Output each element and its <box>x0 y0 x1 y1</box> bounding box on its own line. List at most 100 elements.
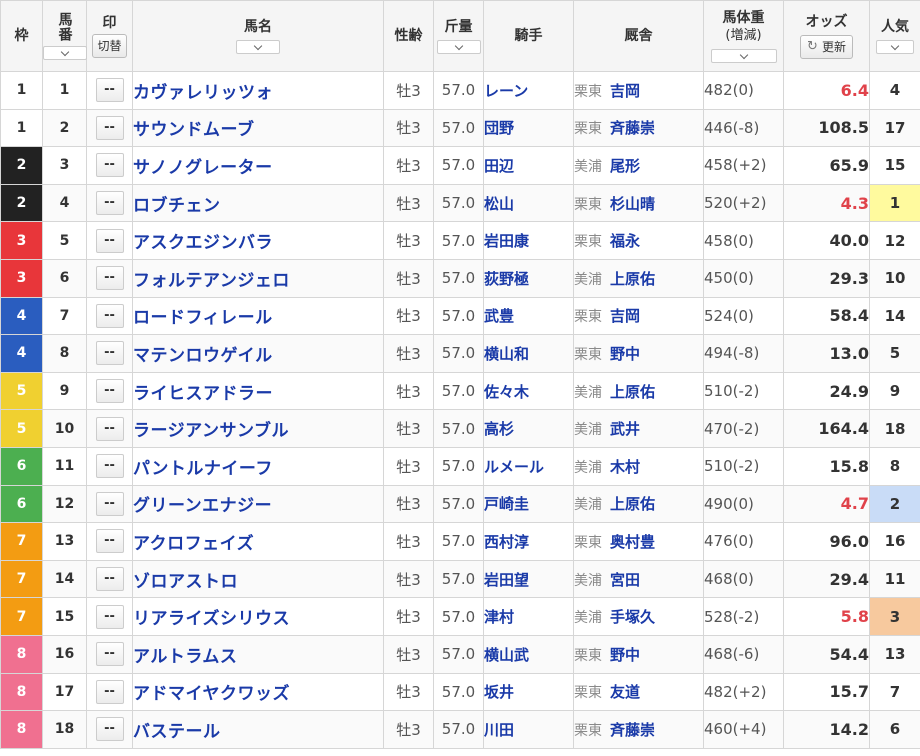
mark-select-button[interactable]: -- <box>95 266 124 291</box>
mark-select-button[interactable]: -- <box>95 191 124 216</box>
horse-name-link[interactable]: パントルナイーフ <box>133 459 273 479</box>
jockey-link[interactable]: 岩田望 <box>484 571 529 589</box>
mark-select-button[interactable]: -- <box>95 491 124 516</box>
stable-region: 美浦 <box>574 459 602 476</box>
weight-cell: 482(+2) <box>703 672 784 712</box>
mark-select-button[interactable]: -- <box>95 115 124 140</box>
jockey-link[interactable]: 川田 <box>484 721 514 739</box>
trainer-link[interactable]: 野中 <box>610 646 640 664</box>
mark-cell: -- <box>86 710 133 749</box>
trainer-link[interactable]: 吉岡 <box>610 307 640 325</box>
jockey-link[interactable]: 荻野極 <box>484 270 529 288</box>
trainer-link[interactable]: 斉藤崇 <box>610 721 655 739</box>
jockey-link[interactable]: 団野 <box>484 119 514 137</box>
trainer-link[interactable]: 吉岡 <box>610 82 640 100</box>
horse-name-link[interactable]: ライヒスアドラー <box>133 384 273 404</box>
mark-select-button[interactable]: -- <box>95 529 124 554</box>
horse-name-link[interactable]: マテンロウゲイル <box>133 346 273 366</box>
trainer-link[interactable]: 宮田 <box>610 571 640 589</box>
mark-select-button[interactable]: -- <box>95 717 124 742</box>
mark-toggle-button[interactable]: 切替 <box>92 34 127 58</box>
trainer-link[interactable]: 木村 <box>610 458 640 476</box>
sort-chevron-icon[interactable] <box>710 49 777 63</box>
sort-chevron-icon[interactable] <box>436 40 481 54</box>
horse-name-link[interactable]: サウンドムーブ <box>133 120 254 140</box>
header-horse[interactable]: 馬名 <box>132 0 384 72</box>
horse-name-link[interactable]: ロブチェン <box>133 196 221 216</box>
trainer-link[interactable]: 尾形 <box>610 157 640 175</box>
horse-name-cell: カヴァレリッツォ <box>132 71 384 110</box>
jockey-link[interactable]: 佐々木 <box>484 383 529 401</box>
jockey-link[interactable]: 田辺 <box>484 157 514 175</box>
trainer-link[interactable]: 上原佑 <box>610 495 655 513</box>
sexage-cell: 牡3 <box>383 409 434 448</box>
trainer-link[interactable]: 上原佑 <box>610 383 655 401</box>
mark-select-button[interactable]: -- <box>95 379 124 404</box>
horse-name-link[interactable]: ゾロアストロ <box>133 572 238 592</box>
sexage-cell: 牡3 <box>383 672 434 712</box>
mark-select-button[interactable]: -- <box>95 416 124 441</box>
mark-select-button[interactable]: -- <box>95 642 124 667</box>
umaban-cell: 17 <box>42 672 87 712</box>
horse-name-link[interactable]: アスクエジンバラ <box>133 233 273 253</box>
jockey-link[interactable]: 高杉 <box>484 420 514 438</box>
trainer-link[interactable]: 斉藤崇 <box>610 119 655 137</box>
sort-chevron-icon[interactable] <box>236 40 280 54</box>
mark-select-button[interactable]: -- <box>95 567 124 592</box>
popular-cell: 11 <box>869 559 920 599</box>
mark-select-button[interactable]: -- <box>95 454 124 479</box>
trainer-link[interactable]: 上原佑 <box>610 270 655 288</box>
jockey-link[interactable]: 西村淳 <box>484 533 529 551</box>
header-odds[interactable]: オッズ ↻ 更新 <box>783 0 870 72</box>
horse-name-link[interactable]: バステール <box>133 722 221 742</box>
refresh-button[interactable]: ↻ 更新 <box>800 35 853 59</box>
header-weight[interactable]: 馬体重 (増減) <box>703 0 784 72</box>
horse-name-link[interactable]: フォルテアンジェロ <box>133 271 290 291</box>
jockey-link[interactable]: 戸崎圭 <box>484 495 529 513</box>
mark-select-button[interactable]: -- <box>95 341 124 366</box>
horse-name-link[interactable]: カヴァレリッツォ <box>133 83 273 103</box>
horse-name-link[interactable]: リアライズシリウス <box>133 609 290 629</box>
mark-select-button[interactable]: -- <box>95 228 124 253</box>
jockey-link[interactable]: ルメール <box>484 458 544 476</box>
horse-name-cell: ロードフィレール <box>132 296 384 336</box>
jockey-link[interactable]: 横山武 <box>484 646 529 664</box>
header-umaban[interactable]: 馬番 <box>42 0 87 72</box>
jockey-link[interactable]: 横山和 <box>484 345 529 363</box>
header-kinryo[interactable]: 斤量 <box>433 0 484 72</box>
trainer-link[interactable]: 武井 <box>610 420 640 438</box>
mark-select-button[interactable]: -- <box>95 604 124 629</box>
jockey-link[interactable]: レーン <box>484 82 528 100</box>
jockey-link[interactable]: 岩田康 <box>484 232 529 250</box>
horse-name-link[interactable]: ラージアンサンブル <box>133 421 289 441</box>
sort-chevron-icon[interactable] <box>876 40 914 54</box>
kinryo-cell: 57.0 <box>433 108 484 148</box>
jockey-link[interactable]: 坂井 <box>484 683 514 701</box>
horse-name-link[interactable]: ロードフィレール <box>133 308 273 328</box>
jockey-link[interactable]: 松山 <box>484 195 514 213</box>
kinryo-cell: 57.0 <box>433 146 484 185</box>
sort-chevron-icon[interactable] <box>43 46 87 60</box>
horse-name-cell: アスクエジンバラ <box>132 221 384 260</box>
trainer-link[interactable]: 友道 <box>610 683 640 701</box>
horse-name-link[interactable]: アクロフェイズ <box>133 534 254 554</box>
mark-select-button[interactable]: -- <box>95 679 124 704</box>
header-popular[interactable]: 人気 <box>869 0 920 72</box>
sexage-cell: 牡3 <box>383 183 434 223</box>
mark-select-button[interactable]: -- <box>95 303 124 328</box>
horse-name-link[interactable]: アドマイヤクワッズ <box>133 684 290 704</box>
horse-name-link[interactable]: グリーンエナジー <box>133 496 272 516</box>
trainer-link[interactable]: 手塚久 <box>610 608 655 626</box>
horse-name-link[interactable]: アルトラムス <box>133 647 237 667</box>
mark-select-button[interactable]: -- <box>95 78 124 103</box>
trainer-link[interactable]: 福永 <box>610 232 640 250</box>
jockey-link[interactable]: 津村 <box>484 608 514 626</box>
horse-name-link[interactable]: サノノグレーター <box>133 158 273 178</box>
trainer-link[interactable]: 奥村豊 <box>610 533 655 551</box>
jockey-link[interactable]: 武豊 <box>484 307 514 325</box>
mark-select-button[interactable]: -- <box>95 153 124 178</box>
weight-cell: 446(-8) <box>703 108 784 148</box>
header-waku[interactable]: 枠 <box>0 0 43 72</box>
trainer-link[interactable]: 野中 <box>610 345 640 363</box>
trainer-link[interactable]: 杉山晴 <box>610 195 655 213</box>
